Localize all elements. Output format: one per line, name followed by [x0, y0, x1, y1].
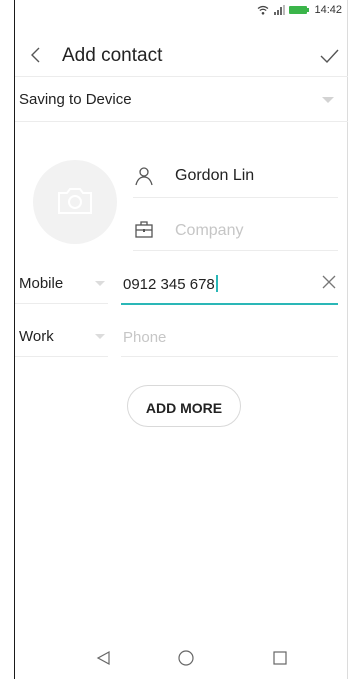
clear-icon[interactable] — [320, 273, 338, 291]
person-icon — [135, 167, 153, 186]
mobile-phone-value: 0912 345 678 — [123, 276, 215, 293]
back-arrow-icon[interactable] — [25, 44, 47, 66]
briefcase-icon — [135, 221, 153, 238]
signal-icon — [274, 5, 286, 15]
phone-type-selector-mobile[interactable]: Mobile — [15, 263, 108, 304]
work-phone-input[interactable]: Phone — [121, 316, 338, 357]
chevron-down-icon — [95, 334, 105, 339]
checkmark-icon[interactable] — [318, 45, 340, 67]
work-phone-placeholder: Phone — [123, 329, 167, 346]
page-title: Add contact — [62, 45, 163, 66]
saving-location-selector[interactable]: Saving to Device — [15, 77, 348, 122]
navigation-bar — [15, 635, 348, 679]
phone-type-label: Work — [19, 328, 54, 345]
phone-type-label: Mobile — [19, 275, 64, 292]
name-value: Gordon Lin — [175, 167, 255, 184]
status-bar: 14:42 — [15, 0, 348, 36]
company-placeholder: Company — [175, 222, 244, 239]
status-time: 14:42 — [314, 4, 342, 16]
nav-home-icon[interactable] — [175, 647, 197, 669]
text-cursor — [215, 275, 218, 292]
phone-type-selector-work[interactable]: Work — [15, 316, 108, 357]
chevron-down-icon — [322, 97, 334, 103]
company-field[interactable]: Company — [133, 210, 338, 251]
add-more-button[interactable]: ADD MORE — [127, 385, 241, 427]
mobile-phone-input[interactable]: 0912 345 678 — [121, 263, 338, 305]
battery-icon — [289, 6, 310, 14]
nav-back-icon[interactable] — [93, 647, 115, 669]
saving-location-label: Saving to Device — [19, 91, 132, 108]
chevron-down-icon — [95, 281, 105, 286]
contact-photo-button[interactable] — [33, 160, 117, 244]
wifi-icon — [258, 5, 269, 15]
camera-icon — [58, 188, 92, 214]
title-bar: Add contact — [15, 36, 348, 77]
mobile-phone-value-wrap: 0912 345 678 — [123, 275, 218, 293]
nav-recents-icon[interactable] — [269, 647, 291, 669]
name-field[interactable]: Gordon Lin — [133, 157, 338, 198]
